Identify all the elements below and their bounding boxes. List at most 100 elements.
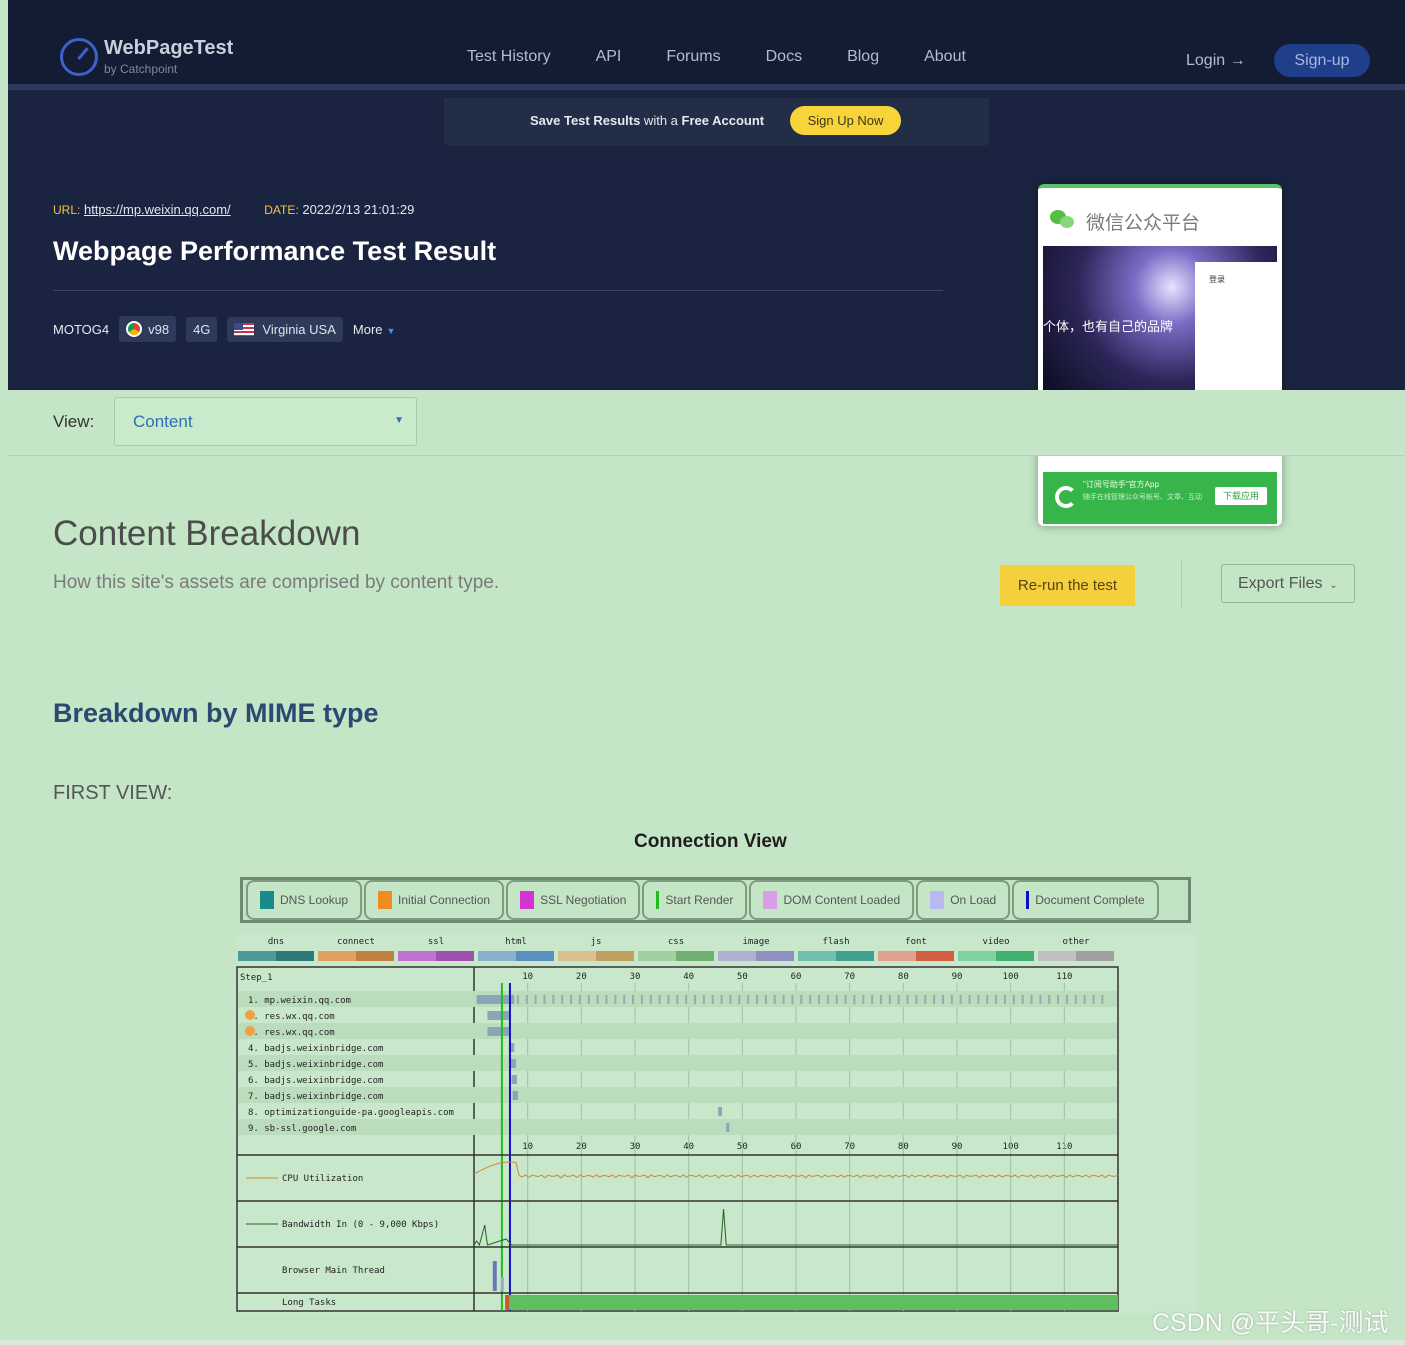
request-chunk: [614, 995, 617, 1004]
view-select[interactable]: Content ▼: [114, 397, 417, 446]
mime-breakdown-heading: Breakdown by MIME type: [53, 698, 379, 728]
request-chunk: [658, 995, 661, 1004]
test-settings: MOTOG4 v98 4G Virginia USA More ▼: [53, 316, 395, 342]
request-chunk: [1012, 995, 1015, 1004]
logo-title[interactable]: WebPageTest: [104, 37, 233, 60]
page-screenshot-preview[interactable]: 微信公众平台 个体，也有自己的品牌 登录 微信 "订阅号助手"官方App 随手在…: [1038, 184, 1282, 526]
request-chunk: [809, 995, 812, 1004]
request-bar: [512, 1091, 519, 1100]
sign-up-now-button[interactable]: Sign Up Now: [790, 106, 901, 135]
request-chunk: [941, 995, 944, 1004]
legend-swatch: [763, 891, 778, 909]
mime-category-label: html: [505, 937, 527, 947]
mime-category-label: font: [905, 937, 927, 947]
main-nav: Test History API Forums Docs Blog About: [467, 48, 1011, 66]
nav-test-history[interactable]: Test History: [467, 48, 551, 66]
tick-label: 100: [1003, 972, 1019, 982]
nav-forums[interactable]: Forums: [666, 48, 720, 66]
request-chunk: [729, 995, 732, 1004]
nav-api[interactable]: API: [596, 48, 622, 66]
tick-label: 10: [522, 972, 533, 982]
graph-label: Browser Main Thread: [282, 1266, 385, 1276]
mime-category-label: connect: [337, 937, 375, 947]
mime-swatch-light: [798, 951, 836, 961]
view-label: View:: [53, 412, 95, 431]
mime-swatch-dark: [996, 951, 1034, 961]
request-chunk: [525, 995, 528, 1004]
request-chunk: [623, 995, 626, 1004]
divider: [1181, 560, 1182, 608]
legend-ssl-negotiation: SSL Negotiation: [506, 880, 641, 920]
request-bar: [726, 1123, 730, 1132]
tick-label: 40: [683, 972, 694, 982]
request-chunk: [791, 995, 794, 1004]
test-meta: URL: https://mp.weixin.qq.com/ DATE: 202…: [53, 202, 414, 217]
tick-label: 110: [1056, 972, 1072, 982]
request-chunk: [773, 995, 776, 1004]
legend-dns-lookup: DNS Lookup: [246, 880, 363, 920]
view-selector-row: View: Content ▼: [8, 390, 1405, 456]
mime-swatch-dark: [1076, 951, 1114, 961]
tested-url-link[interactable]: https://mp.weixin.qq.com/: [84, 202, 231, 217]
request-chunk: [534, 995, 537, 1004]
request-chunk: [738, 995, 741, 1004]
request-chunk: [587, 995, 590, 1004]
tick-label: 50: [737, 972, 748, 982]
request-chunk: [516, 995, 519, 1004]
wechat-logo-icon: [1050, 208, 1074, 228]
request-chunk: [800, 995, 803, 1004]
table-row: [238, 1023, 1117, 1039]
signup-button[interactable]: Sign-up: [1274, 44, 1370, 77]
mime-swatch-light: [958, 951, 996, 961]
request-chunk: [649, 995, 652, 1004]
more-dropdown[interactable]: More ▼: [353, 322, 396, 337]
graph-label: Bandwidth In (0 - 9,000 Kbps): [282, 1220, 439, 1230]
browser-tag: v98: [119, 316, 177, 342]
mime-category-label: ssl: [428, 937, 444, 947]
nav-about[interactable]: About: [924, 48, 966, 66]
request-chunk: [561, 995, 564, 1004]
mime-swatch-dark: [516, 951, 554, 961]
rerun-test-button[interactable]: Re-run the test: [1000, 565, 1135, 606]
top-navbar: WebPageTest by Catchpoint Test History A…: [8, 0, 1405, 90]
mime-swatch-light: [718, 951, 756, 961]
request-chunk: [782, 995, 785, 1004]
mime-category-label: dns: [268, 937, 284, 947]
request-chunk: [986, 995, 989, 1004]
request-chunk: [818, 995, 821, 1004]
mime-swatch-light: [1038, 951, 1076, 961]
mime-swatch-light: [638, 951, 676, 961]
long-tasks-bar: [506, 1295, 1118, 1310]
mime-swatch-dark: [436, 951, 474, 961]
legend-start-render: Start Render: [642, 880, 748, 920]
request-bar: [487, 1011, 509, 1020]
nav-docs[interactable]: Docs: [766, 48, 802, 66]
tick-label: 70: [844, 972, 855, 982]
request-label: 6. badjs.weixinbridge.com: [248, 1076, 383, 1086]
nav-blog[interactable]: Blog: [847, 48, 879, 66]
request-label: 9. sb-ssl.google.com: [248, 1124, 356, 1134]
webpagetest-logo-icon[interactable]: [60, 38, 98, 76]
mime-swatch-light: [558, 951, 596, 961]
request-chunk: [1048, 995, 1051, 1004]
request-chunk: [835, 995, 838, 1004]
request-chunk: [685, 995, 688, 1004]
legend-initial-connection: Initial Connection: [364, 880, 505, 920]
request-chunk: [747, 995, 750, 1004]
mime-swatch-light: [318, 951, 356, 961]
request-chunk: [1074, 995, 1077, 1004]
request-bar: [476, 995, 515, 1004]
export-files-button[interactable]: Export Files ⌄: [1221, 564, 1355, 603]
request-chunk: [933, 995, 936, 1004]
request-chunk: [676, 995, 679, 1004]
request-chunk: [950, 995, 953, 1004]
login-link[interactable]: Login →: [1186, 52, 1246, 70]
request-chunk: [1092, 995, 1095, 1004]
page-title: Webpage Performance Test Result: [53, 236, 497, 266]
warning-icon: [245, 1026, 255, 1036]
request-chunk: [968, 995, 971, 1004]
request-chunk: [915, 995, 918, 1004]
request-chunk: [879, 995, 882, 1004]
mime-category-label: flash: [822, 937, 849, 947]
request-chunk: [1057, 995, 1060, 1004]
